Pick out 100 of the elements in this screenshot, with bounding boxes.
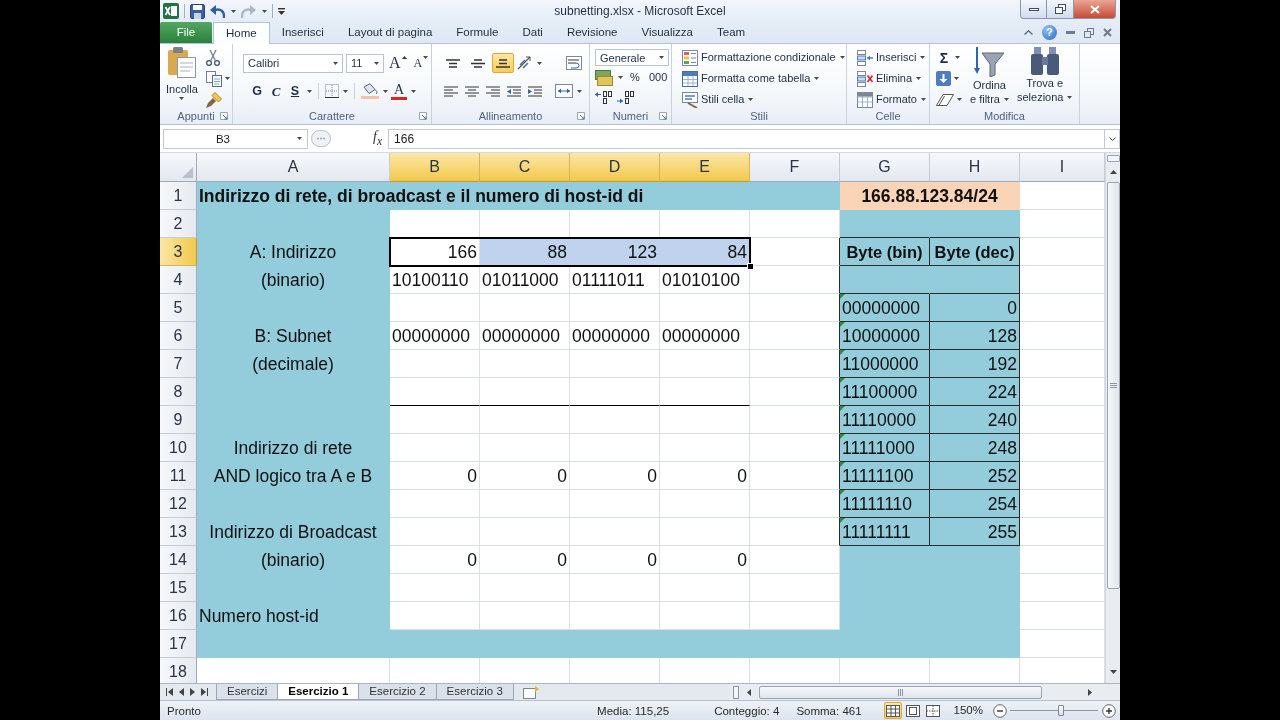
number-format-field[interactable]: Generale [595,49,669,66]
row-header[interactable]: 17 [160,630,197,658]
spreadsheet-cell[interactable]: Indirizzo di rete [197,434,390,462]
ribbon-tab[interactable]: Inserisci [269,22,336,43]
right-arrow-icon[interactable] [1088,688,1092,696]
spreadsheet-cell[interactable]: 0 [570,462,660,490]
spreadsheet-cell[interactable]: 0 [660,546,750,574]
spreadsheet-cell[interactable]: Indirizzo di Broadcast [197,518,390,546]
new-sheet-icon[interactable] [522,685,539,699]
spreadsheet-cell[interactable]: 00000000 [390,322,480,350]
spreadsheet-cell[interactable]: 255 [930,518,1020,546]
row-header[interactable]: 7 [160,350,197,378]
merge-cells-icon[interactable] [555,84,573,98]
spreadsheet-cell[interactable]: 11000000 [840,350,930,378]
zoom-out-icon[interactable] [993,703,1007,718]
copy-icon[interactable] [205,70,222,87]
spreadsheet-cell[interactable]: AND logico tra A e B [197,462,390,490]
diagonal-arrow-icon[interactable] [517,56,533,70]
spreadsheet-cell[interactable]: 00000000 [570,322,660,350]
row-header[interactable]: 16 [160,602,197,630]
undo-icon[interactable] [210,4,225,18]
ribbon-tab[interactable]: Revisione [554,22,630,43]
zeros-right-arrow-icon[interactable] [617,91,635,104]
shrink-font-button[interactable]: A [411,53,431,73]
spreadsheet-cell[interactable] [750,322,840,350]
zoom-in-icon[interactable] [1102,703,1116,718]
row-header[interactable]: 5 [160,294,197,322]
last-sheet-icon[interactable] [201,688,208,696]
spreadsheet-cell[interactable]: 128 [930,322,1020,350]
ribbon-tab[interactable]: Home [213,22,270,44]
spreadsheet-cell[interactable] [750,378,840,406]
spreadsheet-cell[interactable]: 0 [390,546,480,574]
spreadsheet-cell[interactable]: Indirizzo di rete, di broadcast e il numero di host-id di [197,182,840,210]
spreadsheet-cell[interactable]: (binario) [197,546,390,574]
paste-button[interactable]: Incolla [164,44,200,108]
page-break-button[interactable] [923,702,942,719]
spreadsheet-cell[interactable]: 0 [480,462,570,490]
column-header[interactable]: I [1020,153,1105,182]
caret-icon[interactable] [262,9,267,13]
spreadsheet-cell[interactable]: 11110000 [840,406,930,434]
spreadsheet-cell[interactable]: 0 [930,294,1020,322]
caret-icon[interactable] [577,89,582,93]
delete-cells-button[interactable]: Elimina [857,70,926,87]
name-box[interactable]: B3 [163,128,308,149]
align-left-icon[interactable] [444,85,458,97]
row-header[interactable]: 14 [160,546,197,574]
spreadsheet-cell[interactable]: 11111100 [840,462,930,490]
column-header[interactable]: G [840,153,930,182]
find-select-button[interactable]: Trova e seleziona [1014,44,1075,108]
spreadsheet-cell[interactable]: 252 [930,462,1020,490]
dialog-launcher-icon[interactable] [220,111,228,120]
sort-filter-button[interactable]: Ordina e filtra [968,44,1011,108]
customize-menu-icon[interactable] [278,7,285,15]
spreadsheet-cell[interactable]: 10100110 [390,266,480,294]
sheet-tab[interactable]: Esercizio 1 [277,684,360,700]
restore-button[interactable] [1047,0,1074,19]
align-center-icon[interactable] [465,85,479,97]
grip-icon[interactable] [311,130,331,147]
row-header[interactable]: 6 [160,322,197,350]
spreadsheet-cell[interactable]: 10000000 [840,322,930,350]
row-header[interactable]: 12 [160,490,197,518]
spreadsheet-cell[interactable]: Numero host-id [197,602,390,630]
row-header[interactable]: 9 [160,406,197,434]
normal-view-button[interactable] [883,702,902,719]
format-cells-button[interactable]: Formato [857,91,926,108]
spreadsheet-cell[interactable]: 01011000 [480,266,570,294]
spreadsheet-cell[interactable]: 192 [930,350,1020,378]
column-header[interactable]: A [197,153,390,182]
slider-thumb[interactable] [1058,705,1065,716]
spreadsheet-cell[interactable]: 254 [930,490,1020,518]
column-header[interactable]: F [750,153,840,182]
ribbon-tab[interactable]: Dati [510,22,555,43]
zeros-left-arrow-icon[interactable] [595,91,613,104]
spreadsheet-cell[interactable]: 11111110 [840,490,930,518]
caret-icon[interactable] [618,76,623,79]
file-tab[interactable]: File [160,22,212,43]
chevron-up-icon[interactable] [1024,30,1033,35]
spreadsheet-cell[interactable]: 123 [570,238,660,266]
borders-icon[interactable] [325,84,339,98]
row-header[interactable]: 18 [160,658,197,683]
row-header[interactable]: 3 [160,238,197,266]
minimize-button[interactable] [1020,0,1047,19]
indent-right-icon[interactable] [528,85,542,97]
page-layout-button[interactable] [903,702,922,719]
formula-field[interactable]: 166 [388,128,1105,149]
sheet-tab[interactable]: Esercizio 2 [358,684,437,700]
grow-font-button[interactable]: A [387,53,409,73]
spreadsheet-cell[interactable]: 0 [660,462,750,490]
dialog-launcher-icon[interactable] [659,111,667,120]
percent-button[interactable]: % [627,69,643,86]
spreadsheet-cell[interactable] [750,266,840,294]
spreadsheet-cell[interactable]: 0 [480,546,570,574]
fill-handle[interactable] [747,263,754,270]
wrap-text-icon[interactable] [566,56,582,70]
autosum-button[interactable]: Σ [936,50,952,65]
spreadsheet-cell[interactable]: 11111000 [840,434,930,462]
column-header[interactable]: C [480,153,570,182]
ribbon-tab[interactable]: Team [705,22,758,43]
first-sheet-icon[interactable] [166,688,173,696]
row-header[interactable]: 15 [160,574,197,602]
